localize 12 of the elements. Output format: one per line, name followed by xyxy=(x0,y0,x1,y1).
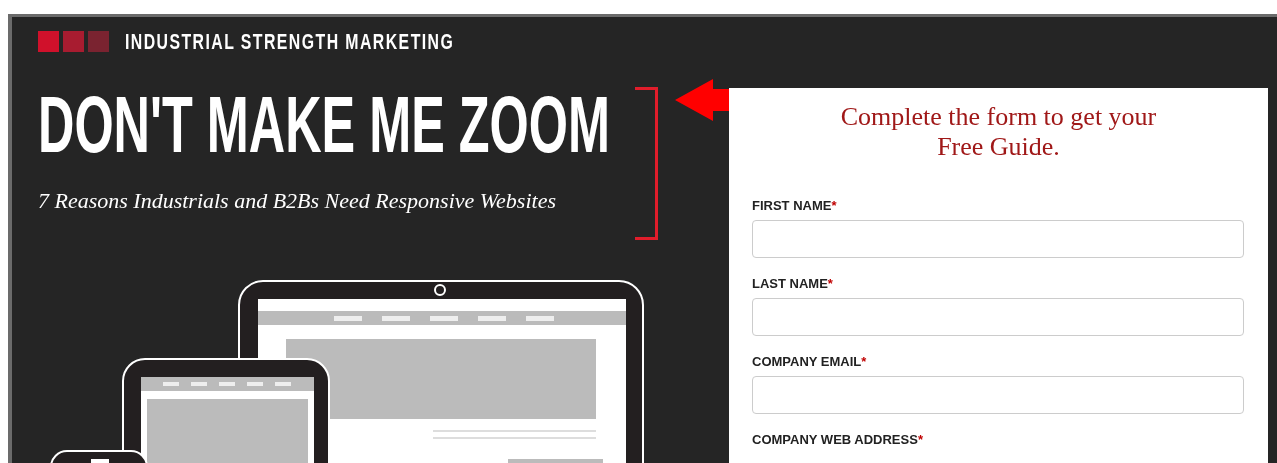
field-label: FIRST NAME* xyxy=(752,198,837,214)
field-label: COMPANY EMAIL* xyxy=(752,354,867,370)
brand-name: INDUSTRIAL STRENGTH MARKETING xyxy=(125,28,455,56)
input-field[interactable] xyxy=(752,298,1244,336)
input-field[interactable] xyxy=(752,220,1244,258)
hero-subtitle: 7 Reasons Industrials and B2Bs Need Responsive Websites xyxy=(38,187,557,215)
logo-icon xyxy=(38,31,109,52)
hero-title: DON'T MAKE ME ZOOM xyxy=(38,84,610,166)
field-label: COMPANY WEB ADDRESS* xyxy=(752,432,923,448)
input-field[interactable] xyxy=(752,376,1244,414)
form-title: Complete the form to get your Free Guide. xyxy=(839,102,1158,162)
field-label: LAST NAME* xyxy=(752,276,833,292)
